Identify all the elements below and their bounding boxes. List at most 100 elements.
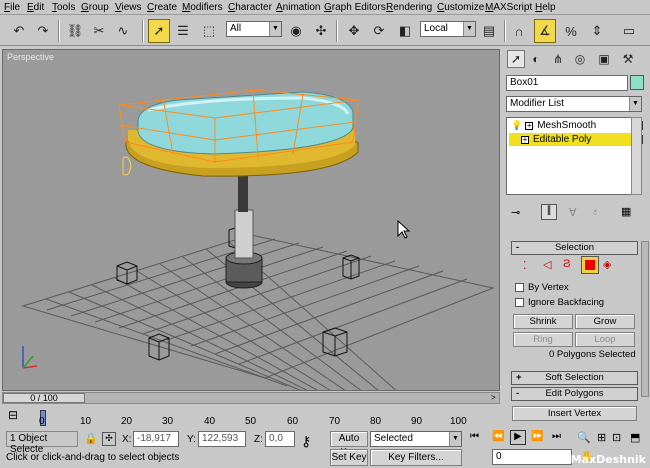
rect-region-icon[interactable]: ⬚: [198, 19, 220, 43]
select-by-name-icon[interactable]: ☰: [172, 19, 194, 43]
redo-icon[interactable]: ↷: [32, 19, 54, 43]
select-rotate-icon[interactable]: ⟳: [368, 19, 390, 43]
menu-customize[interactable]: Customize: [437, 2, 484, 13]
edge-subobject-icon[interactable]: ◁: [543, 258, 551, 271]
insert-vertex-button[interactable]: Insert Vertex: [512, 406, 637, 421]
select-scale-icon[interactable]: ◧: [394, 19, 416, 43]
undo-icon[interactable]: ↶: [8, 19, 30, 43]
selection-filter-dropdown[interactable]: All ▼: [226, 21, 282, 37]
transform-mode-icon[interactable]: ✣: [102, 432, 116, 446]
modifier-list-dropdown[interactable]: Modifier List ▼: [506, 96, 642, 112]
menu-modifiers[interactable]: Modifiers: [182, 2, 223, 13]
play-icon[interactable]: ▶: [510, 430, 526, 445]
vertex-subobject-icon[interactable]: ⁚: [523, 259, 527, 272]
menu-character[interactable]: Character: [228, 2, 272, 13]
hierarchy-tab-icon[interactable]: ⋔: [549, 50, 567, 68]
menu-help[interactable]: Help: [535, 2, 556, 13]
selection-rollout-header[interactable]: - Selection: [511, 241, 638, 255]
expand-icon[interactable]: +: [521, 135, 529, 144]
expand-icon[interactable]: +: [525, 121, 534, 130]
panel-scrollbar[interactable]: [641, 241, 649, 397]
angle-snap-icon[interactable]: ∡: [534, 19, 556, 43]
key-mode-dropdown[interactable]: Selected ▼: [370, 431, 462, 447]
key-filters-button[interactable]: Key Filters...: [370, 449, 462, 466]
stack-item-label: Editable Poly: [533, 134, 592, 145]
link-icon[interactable]: ⛓: [64, 19, 86, 43]
track-bar-toggle-icon[interactable]: ⊟: [8, 408, 18, 422]
utilities-tab-icon[interactable]: ⚒: [619, 50, 637, 68]
edit-polygons-rollout-header[interactable]: - Edit Polygons: [511, 387, 638, 401]
polygon-subobject-icon[interactable]: [581, 256, 599, 274]
menu-file[interactable]: File: [4, 2, 20, 13]
display-tab-icon[interactable]: ▣: [595, 50, 613, 68]
select-region-icon[interactable]: ◉: [285, 19, 307, 43]
select-move-icon[interactable]: ✥: [343, 19, 365, 43]
auto-key-button[interactable]: Auto Key: [330, 431, 368, 458]
object-name-input[interactable]: Box01: [506, 75, 628, 91]
stack-item-editable-poly[interactable]: + Editable Poly: [509, 133, 643, 146]
ref-coord-dropdown[interactable]: Local ▼: [420, 21, 476, 37]
select-icon[interactable]: ➚: [148, 19, 170, 43]
menu-bar: File Edit Tools Group Views Create Modif…: [0, 0, 650, 15]
z-label: Z:: [254, 434, 263, 445]
menu-maxscript[interactable]: MAXScript: [485, 2, 532, 13]
show-end-result-icon[interactable]: ∥: [541, 204, 557, 220]
lightbulb-icon[interactable]: 💡: [511, 120, 522, 131]
modify-tab-icon[interactable]: ◐: [527, 50, 545, 68]
ring-button[interactable]: Ring: [513, 332, 573, 347]
menu-tools[interactable]: Tools: [52, 2, 75, 13]
mouse-cursor-icon: [397, 219, 411, 239]
goto-start-icon[interactable]: ⏮: [470, 431, 479, 442]
menu-group[interactable]: Group: [81, 2, 109, 13]
element-subobject-icon[interactable]: ◈: [603, 258, 611, 271]
create-tab-icon[interactable]: ➚: [507, 50, 525, 68]
perspective-viewport[interactable]: Perspective: [2, 49, 500, 391]
soft-selection-rollout-header[interactable]: + Soft Selection: [511, 371, 638, 385]
z-coordinate-input[interactable]: 0,0: [265, 431, 295, 447]
bind-space-warp-icon[interactable]: ∿: [112, 19, 134, 43]
ignore-backfacing-checkbox[interactable]: Ignore Backfacing: [515, 297, 604, 308]
pin-stack-icon[interactable]: ⊸: [511, 206, 520, 219]
lock-selection-icon[interactable]: 🔒: [84, 432, 98, 445]
pivot-icon[interactable]: ▤: [478, 19, 500, 43]
remove-modifier-icon[interactable]: ♁: [591, 206, 599, 218]
menu-rendering[interactable]: Rendering: [386, 2, 432, 13]
spinner-snap-icon[interactable]: ⇕: [586, 19, 608, 43]
time-slider-track[interactable]: 0 / 100 >: [2, 392, 500, 404]
prev-frame-icon[interactable]: ⏪: [492, 431, 504, 442]
y-coordinate-input[interactable]: 122,593: [198, 431, 246, 447]
zoom-icon[interactable]: 🔍: [577, 431, 591, 444]
command-panel: ➚ ◐ ⋔ ◎ ▣ ⚒ Box01 Modifier List ▼ 💡 + Me…: [503, 47, 650, 401]
unlink-icon[interactable]: ✂: [88, 19, 110, 43]
x-coordinate-input[interactable]: -18,917: [133, 431, 179, 447]
stack-item-meshsmooth[interactable]: 💡 + MeshSmooth: [509, 119, 643, 132]
make-unique-icon[interactable]: ∀: [569, 206, 577, 219]
time-slider-thumb[interactable]: 0 / 100: [3, 393, 85, 403]
menu-animation[interactable]: Animation: [276, 2, 320, 13]
named-selection-icon[interactable]: ▭: [612, 19, 646, 43]
next-frame-icon[interactable]: ⏩: [531, 431, 543, 442]
loop-button[interactable]: Loop: [575, 332, 635, 347]
configure-sets-icon[interactable]: ▦: [621, 205, 631, 218]
zoom-extents-icon[interactable]: ⊡: [612, 431, 621, 444]
snap-3d-icon[interactable]: ∩: [508, 19, 530, 43]
set-key-button[interactable]: Set Key: [330, 449, 368, 466]
shrink-button[interactable]: Shrink: [513, 314, 573, 329]
percent-snap-icon[interactable]: %: [560, 19, 582, 43]
maximize-viewport-icon[interactable]: ⬒: [630, 431, 640, 444]
menu-edit[interactable]: Edit: [27, 2, 44, 13]
manipulate-icon[interactable]: ✣: [310, 19, 332, 43]
menu-views[interactable]: Views: [115, 2, 142, 13]
stack-scrollbar[interactable]: [631, 117, 642, 195]
motion-tab-icon[interactable]: ◎: [571, 50, 589, 68]
by-vertex-checkbox[interactable]: By Vertex: [515, 282, 569, 293]
border-subobject-icon[interactable]: Ϩ: [563, 258, 570, 270]
menu-graph-editors[interactable]: Graph Editors: [324, 2, 386, 13]
goto-end-icon[interactable]: ⏭: [552, 431, 561, 442]
main-toolbar: ↶ ↷ ⛓ ✂ ∿ ➚ ☰ ⬚ All ▼ ◉ ✣ ✥ ⟳ ◧ Local ▼ …: [0, 16, 650, 46]
zoom-all-icon[interactable]: ⊞: [597, 431, 606, 444]
grow-button[interactable]: Grow: [575, 314, 635, 329]
menu-create[interactable]: Create: [147, 2, 177, 13]
chevron-right-icon[interactable]: >: [491, 393, 496, 402]
object-color-swatch[interactable]: [630, 75, 644, 90]
